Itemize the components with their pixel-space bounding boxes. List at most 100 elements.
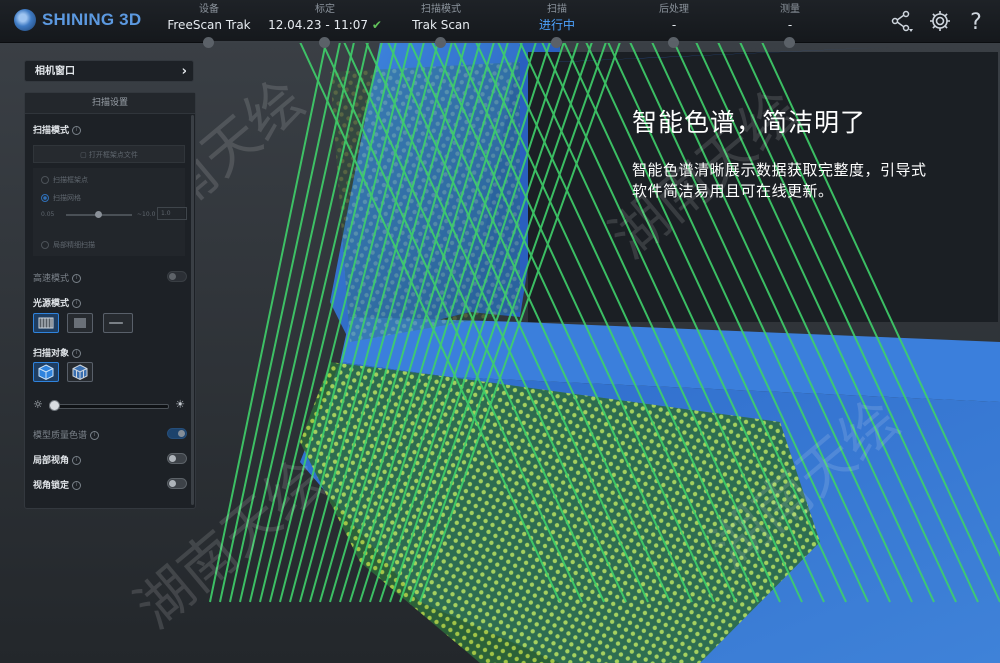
cube-icon bbox=[38, 364, 54, 381]
scan-object-label: 扫描对象 bbox=[33, 349, 70, 359]
info-icon[interactable]: i bbox=[72, 481, 82, 490]
description-line: 软件简洁易用且可在线更新。 bbox=[632, 182, 834, 200]
step-scan[interactable]: 扫描 进行中 bbox=[497, 3, 617, 48]
radio-scan-grid[interactable]: 扫描网格 bbox=[41, 193, 81, 203]
brightness-high-icon: ☀ bbox=[175, 398, 185, 411]
step-calibration[interactable]: 标定 12.04.23 - 11:07 ✔ bbox=[265, 3, 385, 48]
brand: SHINING 3D bbox=[14, 9, 141, 31]
camera-window-toggle[interactable]: 相机窗口 › bbox=[24, 60, 194, 82]
light-source-heading: 光源模式 i bbox=[33, 296, 82, 309]
info-icon[interactable]: i bbox=[72, 456, 82, 465]
chevron-right-icon: › bbox=[181, 64, 187, 79]
radio-label: 扫描框架点 bbox=[53, 176, 88, 184]
multi-line-icon bbox=[38, 317, 54, 329]
workflow-progress-line bbox=[210, 41, 790, 43]
slider-min-label: 0.05 bbox=[41, 211, 55, 218]
brightness-slider[interactable]: ☼ ☀ bbox=[33, 398, 185, 412]
slider-knob[interactable] bbox=[95, 211, 102, 218]
open-file-icon: ▢ bbox=[80, 151, 87, 159]
svg-text:?: ? bbox=[970, 10, 982, 33]
light-mode-fill-button[interactable] bbox=[67, 313, 93, 333]
local-view-label: 局部视角 bbox=[33, 456, 70, 466]
radio-scan-frame-points[interactable]: 扫描框架点 bbox=[41, 175, 88, 185]
fill-square-icon bbox=[74, 318, 86, 328]
step-dot bbox=[551, 37, 562, 48]
local-view-toggle[interactable] bbox=[167, 453, 187, 464]
high-speed-label: 高速模式 bbox=[33, 274, 70, 284]
open-frame-file-button[interactable]: ▢ 打开框架点文件 bbox=[33, 145, 185, 163]
radio-icon bbox=[41, 176, 49, 184]
info-icon[interactable]: i bbox=[72, 349, 82, 358]
brightness-knob[interactable] bbox=[49, 400, 60, 411]
headline: 智能色谱，简洁明了 bbox=[632, 108, 867, 137]
step-measure[interactable]: 测量 - bbox=[730, 3, 850, 48]
quality-map-toggle[interactable] bbox=[167, 428, 187, 439]
view-lock-label: 视角锁定 bbox=[33, 481, 70, 491]
high-speed-mode-heading: 高速模式 i bbox=[33, 271, 82, 284]
single-line-icon bbox=[109, 322, 123, 324]
info-icon[interactable]: i bbox=[90, 431, 100, 440]
scan-settings-panel: 扫描设置 扫描模式 i ▢ 打开框架点文件 扫描框架点 扫描网格 0.05 ~10… bbox=[24, 92, 196, 509]
step-dot bbox=[435, 37, 446, 48]
light-mode-single-line-button[interactable] bbox=[103, 313, 133, 333]
radio-label: 局部精细扫描 bbox=[53, 241, 95, 249]
resolution-slider[interactable]: 0.05 ~10.0 1.0 bbox=[41, 207, 187, 220]
calibration-time: 12.04.23 - 11:07 bbox=[268, 18, 369, 32]
brand-name: SHINING 3D bbox=[42, 10, 142, 29]
light-source-label: 光源模式 bbox=[33, 299, 70, 309]
brightness-low-icon: ☼ bbox=[33, 398, 43, 411]
textured-cube-icon bbox=[72, 364, 88, 381]
radio-icon bbox=[41, 194, 49, 202]
step-value: FreeScan Trak bbox=[167, 18, 251, 32]
step-device[interactable]: 设备 FreeScan Trak bbox=[149, 3, 269, 48]
local-view-heading: 局部视角 i bbox=[33, 453, 82, 466]
view-lock-heading: 视角锁定 i bbox=[33, 478, 82, 491]
help-icon[interactable]: ? bbox=[964, 9, 988, 35]
shining3d-logo-icon bbox=[14, 9, 36, 31]
open-frame-file-label: 打开框架点文件 bbox=[88, 151, 138, 159]
step-label: 扫描模式 bbox=[421, 4, 461, 15]
step-dot bbox=[203, 37, 214, 48]
step-dot bbox=[784, 37, 795, 48]
high-speed-toggle[interactable] bbox=[167, 271, 187, 282]
scan-mode-label: 扫描模式 bbox=[33, 126, 70, 136]
info-icon[interactable]: i bbox=[72, 126, 82, 135]
step-post-process[interactable]: 后处理 - bbox=[614, 3, 734, 48]
step-label: 测量 bbox=[780, 4, 800, 15]
info-icon[interactable]: i bbox=[72, 274, 82, 283]
top-bar: SHINING 3D 设备 FreeScan Trak 标定 12.04.23 … bbox=[0, 0, 1000, 48]
gear-icon[interactable] bbox=[928, 9, 952, 33]
share-icon[interactable] bbox=[889, 9, 913, 33]
scan-object-normal-button[interactable] bbox=[33, 362, 59, 382]
step-scan-mode[interactable]: 扫描模式 Trak Scan bbox=[381, 3, 501, 48]
view-lock-toggle[interactable] bbox=[167, 478, 187, 489]
step-value: - bbox=[671, 18, 677, 32]
step-value: 12.04.23 - 11:07 ✔ bbox=[265, 17, 385, 33]
scan-object-textured-button[interactable] bbox=[67, 362, 93, 382]
panel-scrollbar[interactable] bbox=[191, 115, 194, 505]
step-value: Trak Scan bbox=[412, 18, 470, 32]
scan-mode-heading: 扫描模式 i bbox=[33, 123, 82, 136]
step-label: 设备 bbox=[199, 4, 219, 15]
quality-map-heading: 模型质量色谱 i bbox=[33, 428, 100, 441]
scan-object-heading: 扫描对象 i bbox=[33, 346, 82, 359]
camera-window-label: 相机窗口 bbox=[35, 66, 75, 77]
step-value: - bbox=[787, 18, 793, 32]
radio-label: 扫描网格 bbox=[53, 194, 81, 202]
radio-local-fine-scan[interactable]: 局部精细扫描 bbox=[41, 240, 95, 250]
step-label: 扫描 bbox=[547, 4, 567, 15]
step-label: 标定 bbox=[315, 4, 335, 15]
step-value: 进行中 bbox=[538, 18, 575, 32]
light-mode-multi-line-button[interactable] bbox=[33, 313, 59, 333]
quality-map-label: 模型质量色谱 bbox=[33, 431, 88, 441]
description-line: 智能色谱清晰展示数据获取完整度，引导式 bbox=[632, 161, 927, 179]
resolution-input[interactable]: 1.0 bbox=[157, 207, 187, 220]
step-dot bbox=[668, 37, 679, 48]
step-dot bbox=[319, 37, 330, 48]
brightness-track[interactable] bbox=[49, 404, 169, 409]
step-label: 后处理 bbox=[659, 4, 689, 15]
slider-max-label: ~10.0 bbox=[137, 211, 156, 218]
radio-icon bbox=[41, 241, 49, 249]
scan-settings-title: 扫描设置 bbox=[25, 93, 195, 114]
info-icon[interactable]: i bbox=[72, 299, 82, 308]
